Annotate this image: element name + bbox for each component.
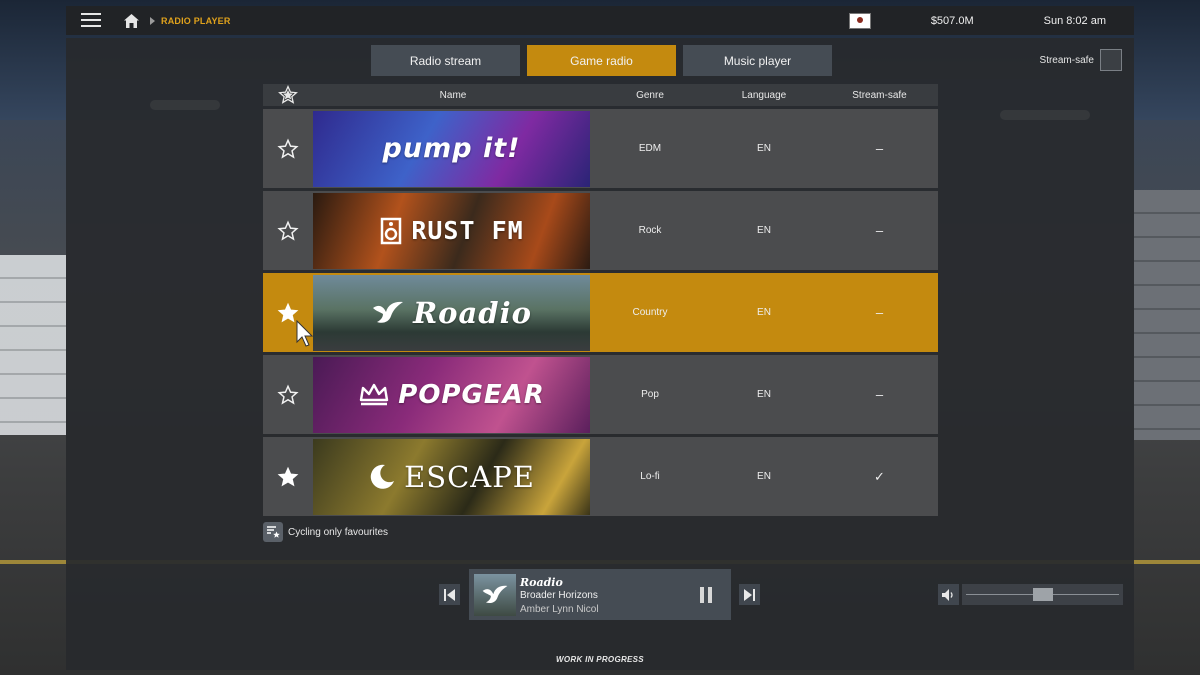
stream-safe-toggle: Stream-safe — [1040, 49, 1122, 71]
genre-cell: Lo-fi — [640, 471, 660, 482]
table-row[interactable]: RUST FM Rock EN – — [263, 191, 938, 270]
speaker-icon — [942, 588, 953, 601]
station-thumbnail — [474, 574, 516, 616]
now-playing-station: Roadio — [520, 576, 563, 589]
table-row[interactable]: ESCAPE Lo-fi EN ✓ — [263, 437, 938, 516]
tab-music-player[interactable]: Music player — [683, 45, 832, 76]
tab-game-radio[interactable]: Game radio — [527, 45, 676, 76]
station-table: Name Genre Language Stream-safe pump it!… — [263, 84, 938, 516]
star-outline-icon — [277, 219, 299, 241]
favourite-star-icon — [278, 85, 298, 104]
column-header-name[interactable]: Name — [313, 90, 593, 101]
cycle-favourites-button[interactable] — [263, 522, 283, 542]
column-header-stream-safe[interactable]: Stream-safe — [821, 90, 938, 101]
pause-button[interactable] — [700, 587, 713, 603]
stream-safe-label: Stream-safe — [1039, 54, 1094, 66]
genre-cell: Rock — [638, 225, 662, 236]
language-cell: EN — [757, 471, 771, 482]
previous-button[interactable] — [439, 584, 460, 605]
table-row[interactable]: POPGEAR Pop EN – — [263, 355, 938, 434]
table-header: Name Genre Language Stream-safe — [263, 84, 938, 106]
speaker-icon — [381, 217, 402, 244]
language-cell: EN — [757, 307, 771, 318]
stream-safe-cell: ✓ — [874, 468, 885, 484]
genre-cell: Pop — [641, 389, 659, 400]
star-filled-icon — [277, 466, 299, 486]
home-button[interactable] — [116, 6, 146, 35]
station-logo-text: RUST FM — [411, 216, 524, 245]
volume-control — [938, 584, 1123, 605]
hamburger-icon — [81, 13, 101, 28]
volume-slider-thumb[interactable] — [1033, 588, 1053, 601]
stream-safe-cell: – — [875, 141, 884, 156]
column-header-language[interactable]: Language — [707, 90, 821, 101]
game-clock: Sun 8:02 am — [1043, 14, 1106, 27]
volume-slider[interactable] — [962, 584, 1123, 605]
money-display: $507.0M — [930, 14, 974, 27]
favourite-filter-button[interactable] — [263, 85, 313, 105]
tab-radio-stream[interactable]: Radio stream — [371, 45, 520, 76]
station-logo-text: POPGEAR — [398, 379, 545, 410]
column-header-genre[interactable]: Genre — [593, 90, 707, 101]
favourite-toggle[interactable] — [263, 109, 313, 188]
now-playing-title: Broader Horizons — [520, 590, 598, 601]
crown-icon — [360, 383, 389, 405]
table-row[interactable]: Roadio Country EN – — [263, 273, 938, 352]
favourite-toggle[interactable] — [263, 355, 313, 434]
cycling-favourites: Cycling only favourites — [263, 522, 388, 542]
tab-bar: Radio stream Game radio Music player — [371, 45, 832, 76]
favourite-toggle[interactable] — [263, 191, 313, 270]
mute-button[interactable] — [938, 584, 959, 605]
breadcrumb[interactable]: RADIO PLAYER — [161, 16, 231, 26]
station-banner: POPGEAR — [313, 356, 590, 433]
skip-forward-icon — [744, 588, 755, 601]
stream-safe-cell: – — [875, 305, 884, 320]
top-bar: RADIO PLAYER $507.0M Sun 8:02 am — [66, 6, 1134, 35]
language-cell: EN — [757, 225, 771, 236]
stream-safe-cell: – — [875, 387, 884, 402]
now-playing-card: Roadio Broader Horizons Amber Lynn Nicol — [469, 569, 731, 620]
moon-icon — [370, 464, 395, 489]
genre-cell: Country — [632, 307, 668, 318]
now-playing-artist: Amber Lynn Nicol — [520, 604, 599, 615]
station-logo-text: pump it! — [382, 133, 521, 164]
station-banner: ESCAPE — [313, 438, 590, 515]
next-button[interactable] — [739, 584, 760, 605]
mouse-cursor-icon — [296, 320, 314, 347]
work-in-progress-note: WORK IN PROGRESS — [556, 655, 644, 664]
star-outline-icon — [277, 383, 299, 405]
star-outline-icon — [277, 137, 299, 159]
garage-door-left — [0, 255, 66, 435]
menu-button[interactable] — [66, 6, 116, 35]
station-banner: RUST FM — [313, 192, 590, 269]
cycling-label: Cycling only favourites — [288, 526, 389, 538]
bird-icon — [482, 585, 508, 604]
breadcrumb-separator-icon — [150, 16, 155, 25]
state-flag-icon — [848, 12, 871, 29]
radio-player-panel: Radio stream Game radio Music player Str… — [66, 38, 1134, 670]
stream-safe-cell: – — [875, 223, 884, 238]
station-logo-text: Roadio — [413, 295, 532, 330]
favourite-toggle[interactable] — [263, 437, 313, 516]
skip-back-icon — [444, 588, 455, 601]
stream-safe-checkbox[interactable] — [1100, 49, 1122, 71]
playlist-star-icon — [267, 526, 280, 538]
garage-door-right — [1134, 190, 1200, 440]
language-cell: EN — [757, 143, 771, 154]
language-cell: EN — [757, 389, 771, 400]
station-banner: Roadio — [313, 274, 590, 351]
station-logo-text: ESCAPE — [404, 459, 535, 494]
station-banner: pump it! — [313, 110, 590, 187]
bird-icon — [373, 301, 404, 323]
genre-cell: EDM — [638, 143, 662, 154]
home-icon — [123, 13, 139, 28]
table-row[interactable]: pump it! EDM EN – — [263, 109, 938, 188]
